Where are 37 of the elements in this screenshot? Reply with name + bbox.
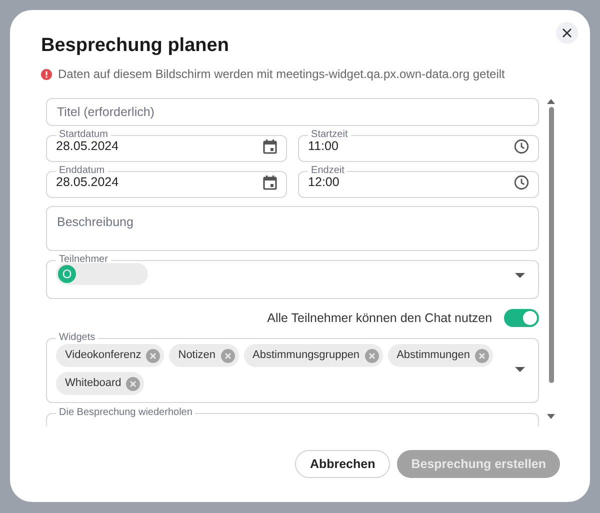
time-field[interactable]: Startzeit 11:00 <box>298 130 540 162</box>
scrollbar-thumb[interactable] <box>548 107 554 383</box>
cancel-button[interactable]: Abbrechen <box>294 450 390 478</box>
toggle-label: Alle Teilnehmer können den Chat nutzen <box>267 310 492 327</box>
title-field[interactable]: Titel (erforderlich) <box>46 98 540 126</box>
widget-chip[interactable]: Abstimmungsgruppen <box>244 344 383 367</box>
description-field[interactable]: Beschreibung <box>46 206 540 251</box>
clock-icon[interactable] <box>514 174 530 190</box>
clock-icon[interactable] <box>514 138 530 154</box>
chat-toggle[interactable] <box>504 309 540 327</box>
widgets-field[interactable]: Widgets Videokonferenz Notizen Abstimmungsgruppen Abstimmungen Whiteboard <box>46 333 540 403</box>
participants-field[interactable]: Teilnehmer O <box>46 255 540 299</box>
caret-icon[interactable] <box>515 366 526 372</box>
date-field[interactable]: Startdatum 28.05.2024 <box>46 130 288 162</box>
notice-text: Daten auf diesem Bildschirm werden mit meetings-widget.qa.px.own-data.org geteilt <box>58 66 505 83</box>
repeat-field[interactable]: Die Besprechung wiederholen <box>46 408 540 426</box>
time-field[interactable]: Endzeit 12:00 <box>298 166 540 198</box>
chip-label: Abstimmungen <box>396 348 470 364</box>
chip-label: Whiteboard <box>65 376 122 392</box>
dialog-title: Besprechung planen <box>41 34 230 58</box>
calendar-icon[interactable] <box>263 174 278 190</box>
caret-icon[interactable] <box>515 272 526 278</box>
close-icon <box>562 28 572 38</box>
scroll-down-icon[interactable] <box>547 414 556 420</box>
chip-label: Notizen <box>178 348 216 364</box>
scroll-up-icon[interactable] <box>547 98 556 104</box>
close-button[interactable] <box>556 22 578 44</box>
avatar-initial: O <box>58 265 76 283</box>
widget-chip[interactable]: Notizen <box>169 344 239 367</box>
warning-icon <box>41 68 52 80</box>
chip-label: Abstimmungsgruppen <box>252 348 360 364</box>
widget-chip[interactable]: Abstimmungen <box>388 344 493 367</box>
chip-label: Videokonferenz <box>65 348 142 364</box>
widget-chip[interactable]: Whiteboard <box>56 372 144 395</box>
date-field[interactable]: Enddatum 28.05.2024 <box>46 166 288 198</box>
widget-chip[interactable]: Videokonferenz <box>56 344 164 367</box>
calendar-icon[interactable] <box>263 138 278 154</box>
